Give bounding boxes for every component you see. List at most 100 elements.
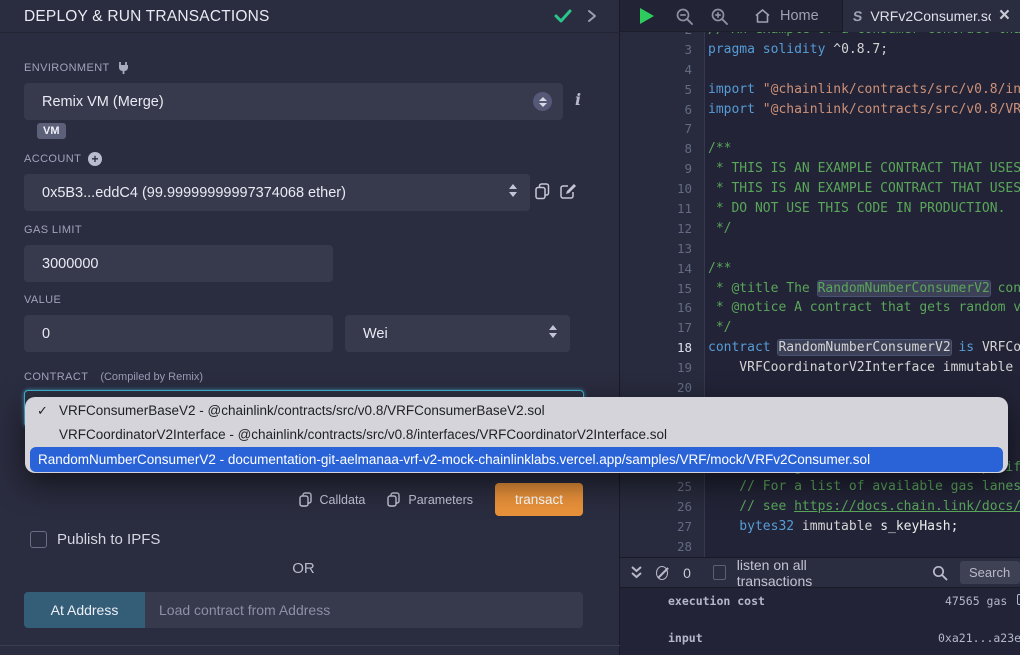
listen-all-transactions-label: listen on all transactions xyxy=(737,557,862,589)
line-number: 6 xyxy=(620,100,692,120)
pending-tx-count: 0 xyxy=(683,565,691,581)
select-caret-icon xyxy=(549,325,557,338)
plug-icon xyxy=(117,61,130,74)
account-select[interactable]: 0x5B3...eddC4 (99.99999999997374068 ethe… xyxy=(24,174,530,211)
code-line: 25 // For a list of available gas lanes … xyxy=(620,477,1020,497)
transact-button[interactable]: transact xyxy=(495,483,583,516)
code-line: 2// An example of a consumer contract th… xyxy=(620,32,1020,40)
line-number: 3 xyxy=(620,40,692,60)
line-number: 4 xyxy=(620,60,692,80)
value-label: VALUE xyxy=(24,294,61,306)
code-line: 7 xyxy=(620,119,1020,139)
environment-select[interactable]: Remix VM (Merge) xyxy=(24,83,563,120)
select-caret-icon xyxy=(533,92,552,111)
code-line: 13 xyxy=(620,239,1020,259)
contract-option[interactable]: RandomNumberConsumerV2 - documentation-g… xyxy=(30,447,1003,472)
environment-info-icon[interactable]: i xyxy=(575,90,581,109)
run-script-play-icon[interactable] xyxy=(640,8,654,24)
code-line: 3pragma solidity ^0.8.7; xyxy=(620,40,1020,60)
contract-option[interactable]: VRFCoordinatorV2Interface - @chainlink/c… xyxy=(25,423,1008,447)
value-unit-select[interactable]: Wei xyxy=(345,315,570,352)
gas-limit-input[interactable]: 3000000 xyxy=(24,245,333,282)
environment-label: ENVIRONMENT xyxy=(24,61,130,74)
code-line: 19 VRFCoordinatorV2Interface immutable C… xyxy=(620,358,1020,378)
line-number: 9 xyxy=(620,159,692,179)
line-number: 15 xyxy=(620,279,692,299)
select-caret-icon xyxy=(509,184,517,197)
line-number: 16 xyxy=(620,298,692,318)
line-number: 10 xyxy=(620,179,692,199)
code-line: 27 bytes32 immutable s_keyHash; xyxy=(620,517,1020,537)
clear-console-icon[interactable] xyxy=(656,566,668,580)
terminal-search-input[interactable] xyxy=(960,561,1020,584)
at-address-button[interactable]: At Address xyxy=(24,592,145,628)
editor-tabbar: Home S VRFv2Consumer.sol × xyxy=(620,0,1020,32)
zoom-in-icon[interactable] xyxy=(710,7,729,26)
code-editor[interactable]: 2// An example of a consumer contract th… xyxy=(620,32,1020,557)
line-number: 19 xyxy=(620,358,692,378)
listen-all-transactions-checkbox[interactable] xyxy=(713,565,726,580)
page-title: DEPLOY & RUN TRANSACTIONS xyxy=(24,0,270,33)
line-number: 26 xyxy=(620,497,692,517)
code-line: 28 xyxy=(620,537,1020,557)
line-number: 20 xyxy=(620,378,692,398)
or-separator: OR xyxy=(0,560,607,577)
publish-to-ipfs-row: Publish to IPFS xyxy=(30,531,160,548)
terminal-row-value: 0xa21...a23e4 xyxy=(938,631,1020,645)
code-line: 11 * DO NOT USE THIS CODE IN PRODUCTION. xyxy=(620,199,1020,219)
tab-vrfv2consumer[interactable]: S VRFv2Consumer.sol × xyxy=(842,0,1020,32)
line-number: 25 xyxy=(620,477,692,497)
code-line: 8/** xyxy=(620,139,1020,159)
compile-success-check-icon xyxy=(553,7,573,25)
edit-account-icon[interactable] xyxy=(560,183,577,200)
solidity-file-icon: S xyxy=(852,8,863,24)
deploy-run-panel: DEPLOY & RUN TRANSACTIONS ENVIRONMENT Re… xyxy=(0,0,620,655)
line-number: 17 xyxy=(620,318,692,338)
code-line: 12 */ xyxy=(620,219,1020,239)
contract-dropdown-menu: ✓VRFConsumerBaseV2 - @chainlink/contract… xyxy=(25,397,1008,473)
line-number: 13 xyxy=(620,239,692,259)
code-line: 9 * THIS IS AN EXAMPLE CONTRACT THAT USE… xyxy=(620,159,1020,179)
code-line: 6import "@chainlink/contracts/src/v0.8/V… xyxy=(620,100,1020,120)
at-address-input[interactable] xyxy=(145,592,583,628)
expand-terminal-icon[interactable] xyxy=(630,565,643,580)
contract-option[interactable]: ✓VRFConsumerBaseV2 - @chainlink/contract… xyxy=(25,399,1008,423)
copy-account-icon[interactable] xyxy=(535,183,550,200)
line-number: 28 xyxy=(620,537,692,557)
terminal-row-key: input xyxy=(668,631,703,645)
terminal-output: execution cost 47565 gas input 0xa21...a23e… xyxy=(620,588,1020,655)
terminal-row-key: execution cost xyxy=(668,594,765,608)
add-account-icon[interactable]: + xyxy=(88,152,102,166)
gas-limit-label: GAS LIMIT xyxy=(24,224,82,236)
calldata-action[interactable]: Calldata xyxy=(299,492,366,507)
parameters-action[interactable]: Parameters xyxy=(387,492,473,507)
line-number: 5 xyxy=(620,80,692,100)
collapse-panel-chevron-icon[interactable] xyxy=(586,8,598,24)
selected-check-icon: ✓ xyxy=(37,399,48,423)
code-line: 17 */ xyxy=(620,318,1020,338)
line-number: 7 xyxy=(620,119,692,139)
code-line: 4 xyxy=(620,60,1020,80)
account-label: ACCOUNT + xyxy=(24,152,102,166)
zoom-out-icon[interactable] xyxy=(675,7,694,26)
publish-ipfs-label: Publish to IPFS xyxy=(57,531,160,548)
copy-parameters-icon xyxy=(387,492,400,507)
code-line: 18contract RandomNumberConsumerV2 is VRF… xyxy=(620,338,1020,358)
editor-area: Home S VRFv2Consumer.sol × 2// An exampl… xyxy=(620,0,1020,655)
publish-ipfs-checkbox[interactable] xyxy=(30,531,47,548)
line-number: 2 xyxy=(620,32,692,40)
value-input[interactable]: 0 xyxy=(24,315,333,352)
line-number: 11 xyxy=(620,199,692,219)
code-line: 10 * THIS IS AN EXAMPLE CONTRACT THAT US… xyxy=(620,179,1020,199)
panel-header: DEPLOY & RUN TRANSACTIONS xyxy=(0,0,620,33)
contract-label: CONTRACT (Compiled by Remix) xyxy=(24,371,203,383)
line-number: 18 xyxy=(620,338,692,358)
vm-badge: VM xyxy=(37,123,66,139)
line-number: 27 xyxy=(620,517,692,537)
code-line: 14/** xyxy=(620,259,1020,279)
code-line: 20 xyxy=(620,378,1020,398)
panel-divider xyxy=(0,645,620,646)
tab-home[interactable]: Home xyxy=(740,0,833,32)
close-tab-icon[interactable]: × xyxy=(999,8,1010,24)
terminal-row-value: 47565 gas xyxy=(945,594,1020,608)
